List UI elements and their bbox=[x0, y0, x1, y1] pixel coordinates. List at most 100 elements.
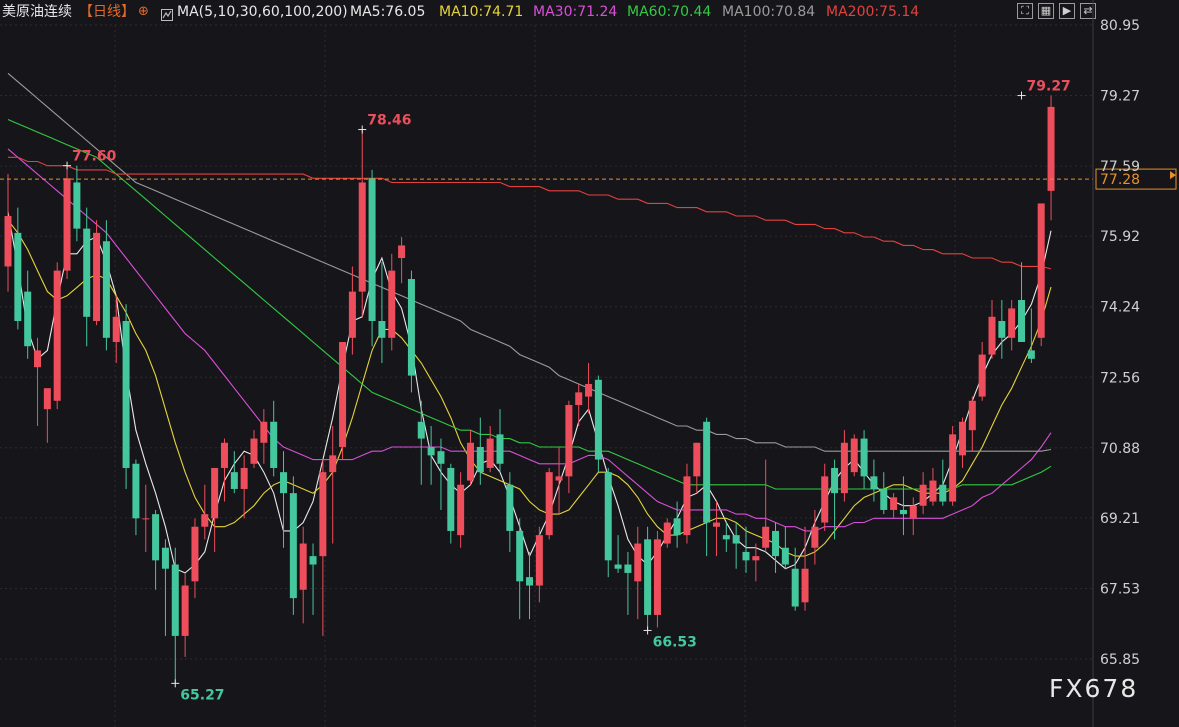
candle bbox=[634, 526, 642, 620]
candle-body bbox=[447, 467, 455, 531]
price-tick-label: 72.56 bbox=[1100, 370, 1140, 386]
candle bbox=[132, 459, 140, 536]
candle bbox=[191, 518, 199, 599]
price-tick-label: 79.27 bbox=[1100, 89, 1140, 105]
candle-body bbox=[407, 279, 415, 376]
candle bbox=[703, 417, 711, 557]
candle bbox=[34, 337, 42, 426]
candle-body bbox=[909, 505, 917, 519]
candle-body bbox=[142, 518, 150, 520]
candle-body bbox=[299, 543, 307, 590]
candlestick-chart[interactable]: 77.28 80.95 79.27 77.59 75.92 74.24 72.56 70.8… bbox=[0, 0, 1179, 727]
candle bbox=[447, 463, 455, 544]
candle bbox=[919, 472, 927, 515]
candle bbox=[644, 526, 652, 631]
candle-body bbox=[998, 321, 1006, 338]
candle bbox=[240, 455, 248, 519]
candle-body bbox=[811, 526, 819, 548]
candle bbox=[781, 526, 789, 569]
candle-body bbox=[4, 216, 12, 267]
candle-body bbox=[270, 421, 278, 468]
candle bbox=[407, 270, 415, 393]
candle-body bbox=[171, 564, 179, 636]
ma100-line bbox=[7, 72, 1052, 452]
candle-body bbox=[555, 476, 563, 481]
candle-body bbox=[575, 392, 583, 405]
annotation-label: 65.27 bbox=[180, 687, 224, 703]
candle-body bbox=[781, 547, 789, 565]
candle-body bbox=[762, 526, 770, 548]
candle bbox=[319, 459, 327, 636]
candle bbox=[585, 362, 593, 414]
candle bbox=[230, 451, 238, 494]
candle bbox=[978, 342, 986, 401]
candle-body bbox=[506, 484, 514, 531]
candle bbox=[880, 472, 888, 515]
candle bbox=[988, 300, 996, 359]
candle-body bbox=[752, 556, 760, 561]
candle bbox=[860, 430, 868, 489]
candle bbox=[112, 295, 120, 363]
candle-body bbox=[102, 241, 110, 338]
candle bbox=[201, 484, 209, 540]
annotation-label: 79.27 bbox=[1027, 79, 1071, 95]
candle bbox=[624, 551, 632, 615]
candle-body bbox=[732, 535, 740, 544]
ma30-line bbox=[7, 148, 1052, 532]
candle bbox=[762, 459, 770, 552]
candle bbox=[171, 547, 179, 684]
candle-body bbox=[220, 442, 228, 468]
candle-body bbox=[526, 577, 534, 586]
candle-body bbox=[860, 438, 868, 477]
candles bbox=[4, 95, 1055, 684]
candle bbox=[102, 220, 110, 351]
annotation-label: 66.53 bbox=[653, 634, 697, 650]
candle bbox=[565, 400, 573, 494]
candle bbox=[417, 400, 425, 485]
candle bbox=[890, 493, 898, 519]
annotation-label: 78.46 bbox=[367, 113, 411, 129]
candle bbox=[220, 438, 228, 502]
candle bbox=[181, 572, 189, 657]
candle-body bbox=[929, 480, 937, 502]
candle-body bbox=[712, 522, 720, 527]
candle-body bbox=[968, 400, 976, 431]
candle-body bbox=[516, 530, 524, 582]
candle bbox=[840, 430, 848, 502]
price-tick-label: 69.21 bbox=[1100, 511, 1140, 527]
candle-body bbox=[398, 245, 406, 259]
candle-body bbox=[949, 434, 957, 502]
candle bbox=[870, 459, 878, 502]
candle bbox=[270, 400, 278, 477]
candle-body bbox=[831, 467, 839, 494]
candle-body bbox=[801, 568, 809, 603]
candle-body bbox=[260, 421, 268, 443]
candle bbox=[299, 526, 307, 624]
candle-body bbox=[378, 321, 386, 338]
candle bbox=[939, 459, 947, 506]
candle-body bbox=[63, 178, 71, 271]
candle bbox=[388, 253, 396, 351]
candle-body bbox=[289, 493, 297, 599]
candle bbox=[466, 430, 474, 485]
candle bbox=[4, 174, 12, 292]
candle bbox=[161, 539, 169, 636]
candle bbox=[427, 425, 435, 485]
candle-body bbox=[93, 232, 101, 322]
candle bbox=[693, 442, 701, 494]
candle bbox=[968, 396, 976, 452]
candle-body bbox=[53, 270, 61, 401]
candle bbox=[142, 484, 150, 552]
candle bbox=[398, 237, 406, 284]
candle bbox=[594, 375, 602, 473]
candle-body bbox=[939, 484, 947, 502]
candle bbox=[821, 463, 829, 531]
candle bbox=[929, 467, 937, 506]
candle-body bbox=[604, 472, 612, 561]
candle-body bbox=[880, 488, 888, 510]
candle-body bbox=[870, 476, 878, 489]
candle bbox=[260, 409, 268, 464]
candle-body bbox=[132, 463, 140, 519]
candle-body bbox=[535, 535, 543, 586]
price-tick-label: 77.59 bbox=[1100, 159, 1140, 175]
